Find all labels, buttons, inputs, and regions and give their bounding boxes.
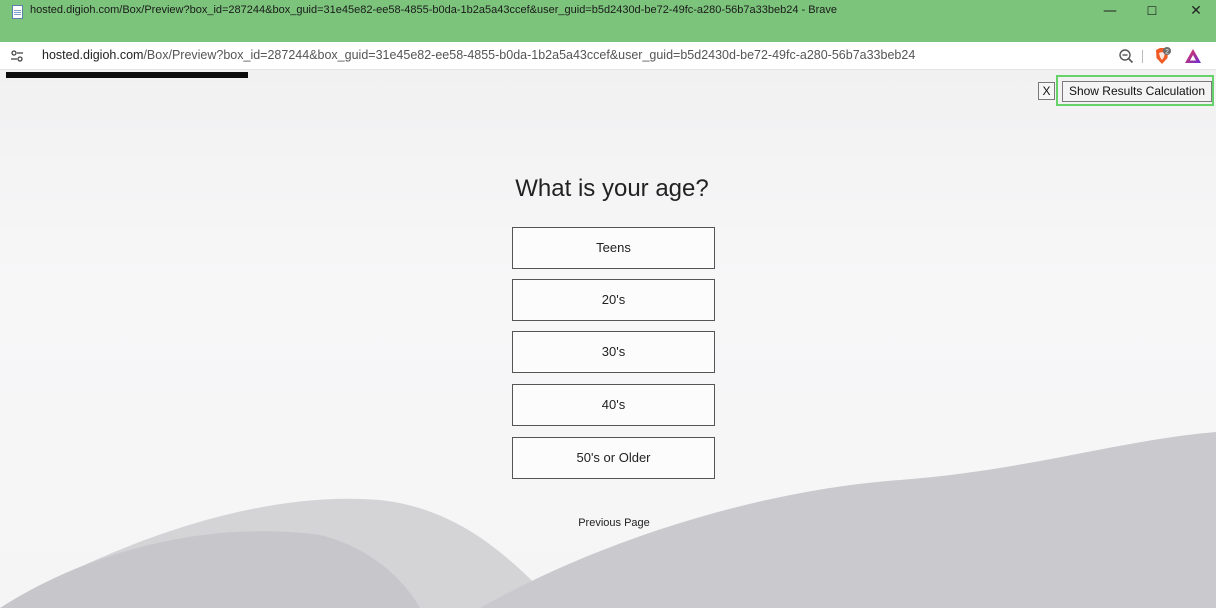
option-teens-button[interactable]: Teens xyxy=(512,227,715,269)
title-row: hosted.digioh.com/Box/Preview?box_id=287… xyxy=(0,0,1216,23)
maximize-button[interactable]: ☐ xyxy=(1132,0,1172,23)
loading-progress-bar xyxy=(6,72,248,78)
url-text[interactable]: hosted.digioh.com/Box/Preview?box_id=287… xyxy=(42,48,915,62)
option-50s-or-older-button[interactable]: 50's or Older xyxy=(512,437,715,479)
window-title: hosted.digioh.com/Box/Preview?box_id=287… xyxy=(30,4,837,16)
option-20s-button[interactable]: 20's xyxy=(512,279,715,321)
zoom-out-icon[interactable] xyxy=(1118,48,1134,64)
brave-rewards-icon[interactable] xyxy=(1184,47,1202,65)
brave-shields-icon[interactable]: 2 xyxy=(1152,46,1172,66)
page-viewport: X Show Results Calculation What is your … xyxy=(0,70,1216,608)
url-path: /Box/Preview?box_id=287244&box_guid=31e4… xyxy=(143,48,916,62)
address-bar[interactable]: hosted.digioh.com/Box/Preview?box_id=287… xyxy=(0,42,1216,70)
url-host: hosted.digioh.com xyxy=(42,48,144,62)
quiz-question: What is your age? xyxy=(515,175,709,202)
show-results-calculation-button[interactable]: Show Results Calculation xyxy=(1062,81,1212,102)
site-settings-icon[interactable] xyxy=(10,49,24,63)
window-close-button[interactable]: ✕ xyxy=(1176,0,1216,23)
page-icon xyxy=(12,5,23,19)
option-40s-button[interactable]: 40's xyxy=(512,384,715,426)
browser-title-bar: hosted.digioh.com/Box/Preview?box_id=287… xyxy=(0,0,1216,42)
previous-page-link[interactable]: Previous Page xyxy=(544,517,684,529)
option-30s-button[interactable]: 30's xyxy=(512,331,715,373)
minimize-button[interactable]: — xyxy=(1090,0,1130,23)
brave-badge-count: 2 xyxy=(1165,48,1169,55)
toolbar-separator xyxy=(1142,50,1143,63)
preview-close-button[interactable]: X xyxy=(1038,82,1055,100)
